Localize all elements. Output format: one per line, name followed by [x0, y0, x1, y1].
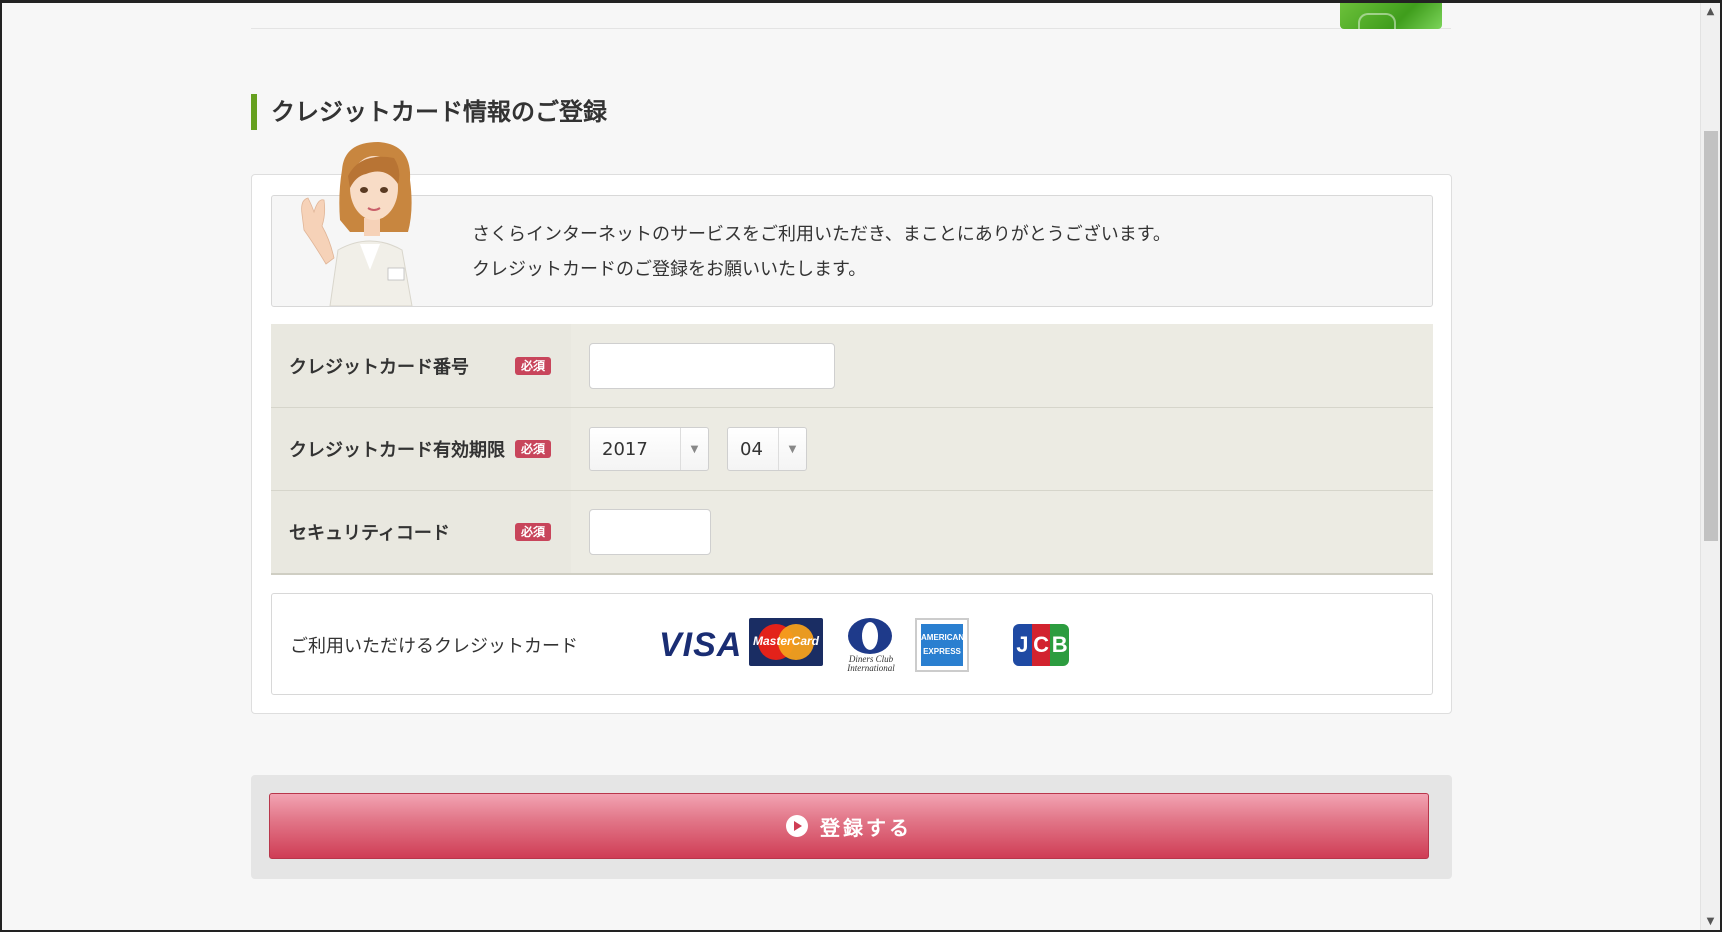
mastercard-logo-text: MasterCard — [752, 634, 820, 648]
intro-text-1: さくらインターネットのサービスをご利用いただき、まことにありがとうございます。 — [472, 224, 1171, 245]
header-decoration — [1340, 3, 1442, 29]
credit-card-form: クレジットカード番号 必須 クレジットカード有効期限 必須 2017 ▼ 04 … — [271, 324, 1433, 575]
american-express-logo: AMERICAN EXPRESS — [915, 618, 969, 672]
jcb-logo-b: B — [1050, 624, 1070, 666]
security-code-label: セキュリティコード — [289, 523, 450, 544]
page-title: クレジットカード情報のご登録 — [251, 94, 607, 130]
required-badge: 必須 — [515, 440, 552, 458]
expiry-row: クレジットカード有効期限 必須 2017 ▼ 04 ▼ — [271, 407, 1433, 490]
expiry-label: クレジットカード有効期限 — [289, 440, 505, 461]
card-number-value-cell — [571, 324, 1433, 407]
register-button[interactable]: 登録する — [269, 793, 1429, 859]
card-number-label: クレジットカード番号 — [289, 356, 469, 378]
vertical-scrollbar[interactable]: ▲ ▼ — [1700, 3, 1720, 930]
chevron-down-icon: ▼ — [778, 428, 806, 470]
expiry-value-cell: 2017 ▼ 04 ▼ — [571, 408, 1433, 490]
jcb-logo-j: J — [1013, 624, 1032, 666]
support-staff-illustration — [301, 142, 413, 306]
scroll-thumb[interactable] — [1704, 131, 1718, 541]
card-number-row: クレジットカード番号 必須 — [271, 324, 1433, 407]
expiry-label-cell: クレジットカード有効期限 必須 — [271, 408, 571, 490]
intro-text-2: クレジットカードのご登録をお願いいたします。 — [472, 259, 867, 280]
scroll-up-arrow-icon[interactable]: ▲ — [1701, 3, 1720, 20]
mastercard-logo: MasterCard — [749, 618, 823, 666]
jcb-logo: J C B — [1013, 624, 1070, 666]
required-badge: 必須 — [515, 356, 552, 375]
security-code-value-cell — [571, 491, 1433, 573]
american-express-logo-text: AMERICAN EXPRESS — [921, 624, 964, 666]
accepted-cards-label: ご利用いただけるクレジットカード — [290, 636, 578, 657]
register-button-label: 登録する — [820, 815, 912, 840]
chevron-down-icon: ▼ — [680, 428, 708, 470]
scroll-down-arrow-icon[interactable]: ▼ — [1701, 913, 1720, 930]
top-divider — [251, 28, 1451, 29]
expiry-month-value: 04 — [740, 438, 763, 460]
required-badge: 必須 — [515, 523, 552, 541]
diners-club-logo-text: Diners Club International — [847, 654, 895, 673]
expiry-year-select[interactable]: 2017 ▼ — [589, 427, 709, 471]
card-number-input[interactable] — [589, 342, 835, 389]
play-circle-icon — [786, 815, 808, 837]
visa-logo: VISA — [659, 626, 743, 664]
jcb-logo-c: C — [1031, 624, 1051, 666]
diners-club-logo: Diners Club International — [844, 618, 898, 673]
expiry-month-select[interactable]: 04 ▼ — [727, 427, 807, 471]
card-number-label-cell: クレジットカード番号 必須 — [271, 324, 571, 407]
security-code-row: セキュリティコード 必須 — [271, 490, 1433, 573]
submit-area: 登録する — [251, 775, 1452, 879]
accepted-cards-box: ご利用いただけるクレジットカード VISA MasterCard Diners … — [271, 593, 1433, 695]
security-code-input[interactable] — [589, 509, 711, 555]
security-code-label-cell: セキュリティコード 必須 — [271, 491, 571, 573]
expiry-year-value: 2017 — [602, 438, 648, 460]
